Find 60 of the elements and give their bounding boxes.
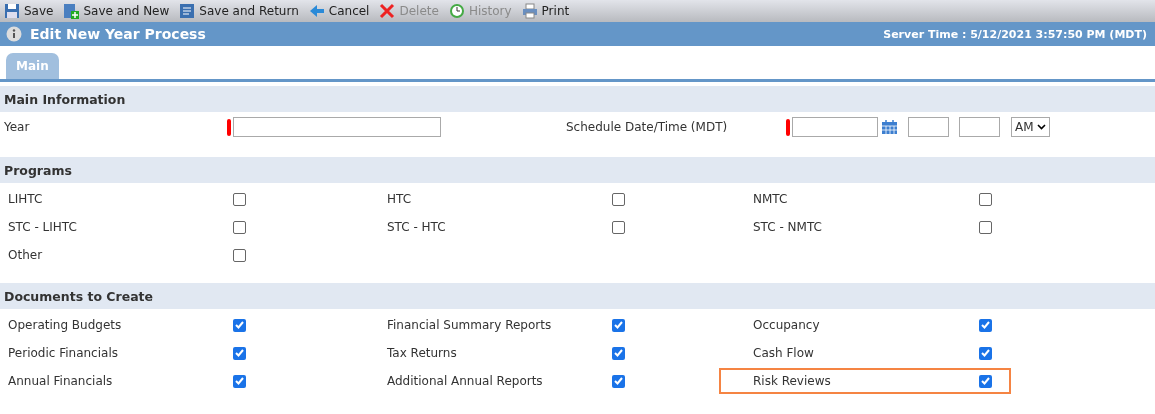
checkbox[interactable]	[979, 318, 992, 332]
hour-field[interactable]	[908, 117, 949, 137]
field-label: Financial Summary Reports	[386, 318, 552, 332]
field-label: Periodic Financials	[7, 346, 118, 360]
checkbox[interactable]	[233, 220, 246, 234]
checkbox[interactable]	[612, 220, 625, 234]
checkbox[interactable]	[233, 318, 246, 332]
field-label: Tax Returns	[386, 346, 457, 360]
field-label: Year	[3, 120, 31, 134]
required-marker	[227, 118, 231, 136]
field-label: NMTC	[752, 192, 788, 206]
field-label: Annual Financials	[7, 374, 113, 388]
server-time: Server Time : 5/12/2021 3:57:50 PM (MDT)	[883, 27, 1147, 41]
toolbar-button[interactable]: Save and Return	[179, 3, 299, 19]
checkbox[interactable]	[612, 374, 625, 388]
checkbox[interactable]	[612, 192, 625, 206]
minute-field[interactable]	[959, 117, 1000, 137]
checkbox[interactable]	[612, 346, 625, 360]
field-label: Schedule Date/Time (MDT)	[565, 120, 729, 134]
printer-icon	[521, 3, 538, 19]
section-header: Documents to Create	[0, 283, 1155, 309]
section-header: Main Information	[0, 86, 1155, 112]
checkbox[interactable]	[979, 346, 992, 360]
left-arrow-icon	[308, 3, 325, 19]
checkbox[interactable]	[233, 346, 246, 360]
checkbox[interactable]	[979, 192, 992, 206]
toolbar-button[interactable]: Save	[4, 3, 54, 19]
page-title: Edit New Year Process	[30, 26, 207, 42]
document-return-icon	[179, 3, 196, 19]
toolbar-button[interactable]: Print	[521, 3, 570, 19]
checkbox[interactable]	[979, 220, 992, 234]
cross-icon	[379, 3, 396, 19]
info-icon	[6, 26, 22, 42]
field-label: HTC	[386, 192, 412, 206]
checkbox[interactable]	[979, 374, 992, 388]
toolbar-button[interactable]: Save and New	[63, 3, 170, 19]
clock-icon	[448, 3, 465, 19]
chevron-down-icon	[1036, 124, 1046, 130]
calendar-icon[interactable]	[881, 119, 898, 135]
checkbox[interactable]	[233, 192, 246, 206]
field-label: STC - LIHTC	[7, 220, 77, 234]
field-label: Cash Flow	[752, 346, 814, 360]
field-label: Other	[7, 248, 43, 262]
document-add-icon	[63, 3, 80, 19]
section-header: Programs	[0, 157, 1155, 183]
field-label: Operating Budgets	[7, 318, 122, 332]
field-label: STC - HTC	[386, 220, 446, 234]
checkbox[interactable]	[612, 318, 625, 332]
date-field[interactable]	[792, 117, 878, 137]
required-marker	[786, 118, 790, 136]
input-field[interactable]	[233, 117, 441, 137]
field-label: LIHTC	[7, 192, 43, 206]
checkbox[interactable]	[233, 374, 246, 388]
meridiem-select[interactable]: AM	[1011, 117, 1050, 137]
field-label: Occupancy	[752, 318, 820, 332]
field-label: Additional Annual Reports	[386, 374, 543, 388]
toolbar-button[interactable]: Cancel	[308, 3, 370, 19]
field-label: Risk Reviews	[752, 374, 831, 388]
field-label: STC - NMTC	[752, 220, 822, 234]
checkbox[interactable]	[233, 248, 246, 262]
